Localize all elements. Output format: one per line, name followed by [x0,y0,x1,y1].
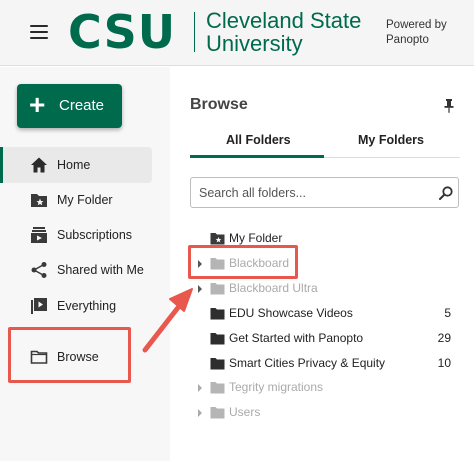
powered-by-line2: Panopto [386,34,429,46]
create-button[interactable]: + Create [17,84,122,128]
sidebar-item-label: Home [57,158,91,172]
expand-caret-icon[interactable] [198,384,202,392]
search-icon[interactable] [439,186,453,200]
share-icon [31,262,47,278]
home-icon [31,157,47,173]
sidebar-item-label: My Folder [57,193,113,207]
subscriptions-icon [31,227,47,243]
folder-name: Tegrity migrations [229,380,324,394]
powered-by-panopto: Powered by Panopto [386,18,447,48]
folder-count: 29 [437,331,451,345]
folder-row-blackboard[interactable]: Blackboard [190,254,455,274]
star-folder-icon [31,194,47,207]
folder-name: EDU Showcase Videos [229,306,353,320]
expand-caret-icon[interactable] [198,260,202,268]
folder-name: Blackboard Ultra [229,281,318,295]
page-title: Browse [190,96,248,113]
logo-divider [194,12,195,52]
app-header: CSU Cleveland State University Powered b… [0,0,474,66]
search-box [190,177,459,208]
csu-logo[interactable]: CSU [68,4,176,60]
folder-icon [210,283,225,295]
folder-row-edu-showcase[interactable]: EDU Showcase Videos 5 [190,304,455,324]
folder-icon [210,382,225,394]
folder-row-tegrity[interactable]: Tegrity migrations [190,378,455,398]
folder-name: Blackboard [229,256,290,270]
folder-count: 5 [444,306,451,320]
folder-name: Get Started with Panopto [229,331,364,345]
folder-icon [210,333,225,345]
folder-count: 10 [437,356,451,370]
sidebar-item-everything[interactable]: Everything [0,288,152,324]
folder-name: Users [229,405,261,419]
plus-icon: + [29,89,46,120]
folder-name: Smart Cities Privacy & Equity [229,356,386,370]
folder-icon [210,358,225,370]
search-input[interactable] [199,184,429,202]
university-name: Cleveland State University [206,9,361,55]
star-folder-icon [210,233,225,245]
folder-row-users[interactable]: Users [190,403,455,423]
browse-panel: Browse All Folders My Folders My Folder … [170,67,474,461]
folder-icon [210,258,225,270]
folder-row-blackboard-ultra[interactable]: Blackboard Ultra [190,279,455,299]
playlist-icon [31,298,47,314]
sidebar-item-browse[interactable]: Browse [0,339,152,375]
sidebar: + Create Home My Folder Subscriptions Sh… [0,67,170,461]
folder-row-my-folder[interactable]: My Folder [190,229,455,249]
sidebar-item-home[interactable]: Home [0,147,152,183]
sidebar-item-label: Shared with Me [57,263,144,277]
tab-all-folders[interactable]: All Folders [226,133,291,147]
powered-by-line1: Powered by [386,19,447,31]
hamburger-menu-icon[interactable] [30,25,48,39]
pin-icon[interactable] [443,99,455,113]
university-name-line1: Cleveland State [206,8,362,33]
tab-my-folders[interactable]: My Folders [358,133,424,147]
folder-row-get-started[interactable]: Get Started with Panopto 29 [190,329,455,349]
sidebar-item-label: Everything [57,299,117,313]
folder-icon [210,308,225,320]
university-name-line2: University [206,31,303,56]
folder-name: My Folder [229,231,283,245]
create-button-label: Create [59,97,105,114]
folder-icon [210,407,225,419]
active-tab-indicator [190,155,324,158]
sidebar-item-label: Browse [57,350,99,364]
expand-caret-icon[interactable] [198,409,202,417]
sidebar-item-shared-with-me[interactable]: Shared with Me [0,252,152,288]
folder-row-smart-cities[interactable]: Smart Cities Privacy & Equity 10 [190,354,455,374]
sidebar-item-label: Subscriptions [57,228,133,242]
folder-outline-icon [30,350,48,364]
sidebar-item-my-folder[interactable]: My Folder [0,182,152,218]
sidebar-item-subscriptions[interactable]: Subscriptions [0,217,152,253]
expand-caret-icon[interactable] [198,285,202,293]
